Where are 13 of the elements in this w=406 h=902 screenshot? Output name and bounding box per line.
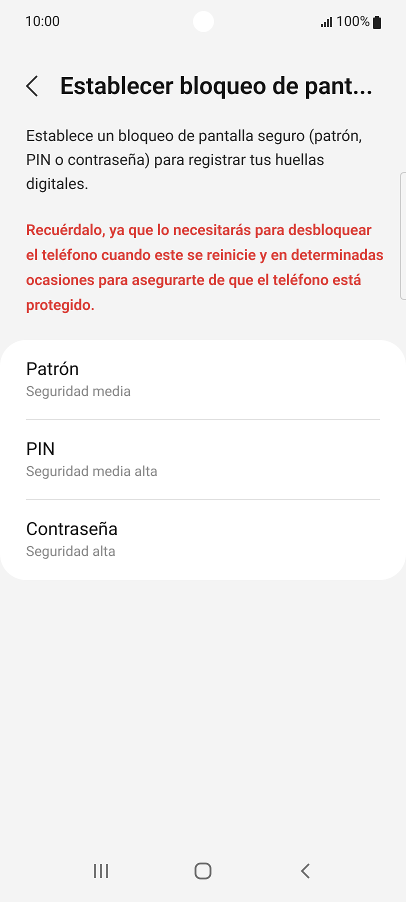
description-text: Establece un bloqueo de pantalla seguro (patrón, PIN o contraseña) para registrar tus huellas digitales.: [26, 126, 363, 195]
status-time: 10:00: [25, 12, 60, 32]
signal-icon: [321, 17, 334, 27]
warning-text: Recuérdalo, ya que lo necesitarás para desbloquear el teléfono cuando este se reinicie y en determinadas ocasiones para asegurarte de que el teléfono está protegido.: [26, 220, 384, 316]
back-button[interactable]: [26, 74, 40, 98]
option-item[interactable]: Patrón Seguridad media: [26, 340, 380, 420]
battery-icon: [373, 16, 381, 28]
option-item[interactable]: PIN Seguridad media alta: [26, 420, 380, 500]
option-item[interactable]: Contraseña Seguridad alta: [26, 500, 380, 580]
home-button[interactable]: [193, 861, 213, 881]
recent-apps-button[interactable]: [91, 861, 111, 881]
battery-percent: 100%: [336, 12, 370, 32]
page-title: Establecer bloqueo de pant...: [60, 71, 373, 102]
